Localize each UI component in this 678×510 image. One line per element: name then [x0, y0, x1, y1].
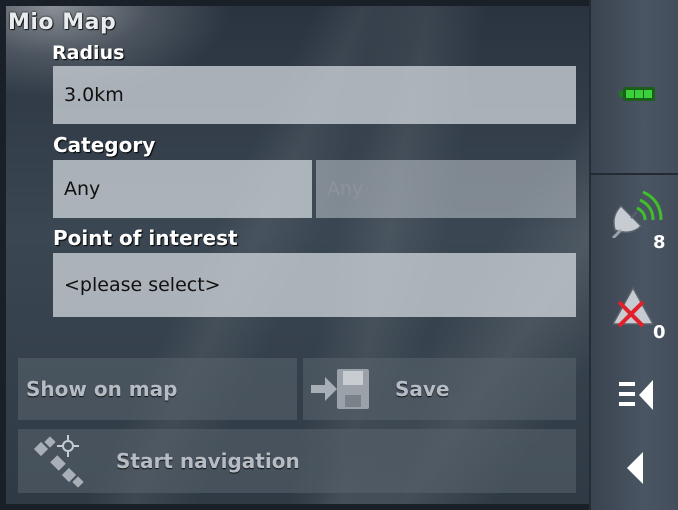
app-logo: Mio Map [8, 10, 117, 35]
satellite-navigation-icon [28, 434, 98, 488]
status-sidebar: 8 0 [589, 0, 678, 510]
gps-status[interactable]: 8 [591, 186, 678, 260]
main-panel: Mio Map Radius 3.0km Category Any Any Po… [6, 6, 589, 504]
battery-icon [619, 86, 655, 106]
subcategory-select[interactable]: Any [316, 160, 576, 218]
battery-indicator[interactable] [591, 80, 678, 110]
start-navigation-button[interactable]: Start navigation [18, 429, 576, 493]
alert-status[interactable]: 0 [591, 284, 678, 350]
poi-label: Point of interest [53, 226, 238, 250]
show-on-map-label: Show on map [26, 377, 178, 401]
radius-label: Radius [52, 42, 125, 64]
back-button[interactable] [591, 448, 678, 488]
sidebar-divider [591, 173, 678, 175]
show-on-map-button[interactable]: Show on map [18, 358, 297, 420]
radius-field[interactable]: 3.0km [53, 66, 576, 124]
start-navigation-label: Start navigation [116, 449, 300, 473]
alert-count: 0 [653, 322, 666, 343]
satellite-count: 8 [653, 232, 666, 253]
category-label: Category [53, 133, 156, 157]
alert-off-icon [611, 286, 657, 332]
back-icon [627, 452, 643, 488]
save-label: Save [395, 377, 450, 401]
menu-icon [619, 380, 653, 414]
save-disk-icon [307, 365, 373, 413]
category-select[interactable]: Any [53, 160, 312, 218]
menu-button[interactable] [591, 374, 678, 414]
save-button[interactable]: Save [303, 358, 576, 420]
poi-select[interactable]: <please select> [53, 253, 576, 317]
